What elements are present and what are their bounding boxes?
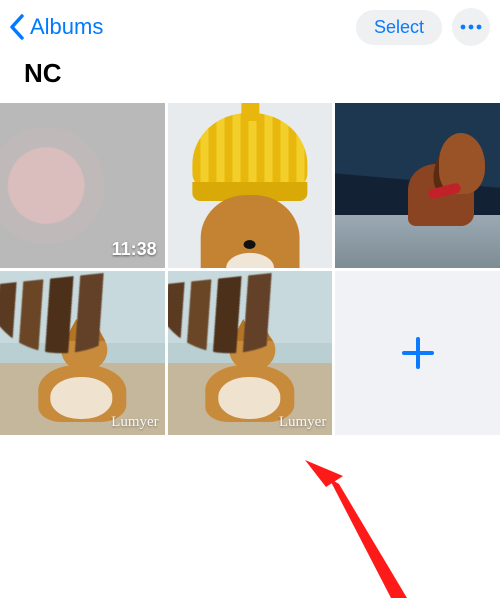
video-duration: 11:38	[112, 239, 157, 260]
back-button[interactable]: Albums	[8, 13, 103, 41]
select-button[interactable]: Select	[356, 10, 442, 45]
grid-item-photo[interactable]	[168, 103, 333, 268]
thumbnail	[168, 271, 333, 436]
plus-icon	[401, 336, 435, 370]
album-title: NC	[0, 54, 500, 103]
ellipsis-icon	[460, 24, 482, 30]
thumbnail	[168, 103, 333, 268]
nav-right: Select	[356, 8, 490, 46]
grid-item-photo[interactable]	[335, 103, 500, 268]
back-label: Albums	[30, 14, 103, 40]
chevron-left-icon	[8, 13, 26, 41]
grid-item-video[interactable]: 11:38	[0, 103, 165, 268]
annotation-arrow	[305, 460, 415, 600]
more-button[interactable]	[452, 8, 490, 46]
grid-item-photo[interactable]: Lumyer	[0, 271, 165, 436]
watermark: Lumyer	[111, 414, 158, 431]
grid-item-photo[interactable]: Lumyer	[168, 271, 333, 436]
watermark: Lumyer	[279, 414, 326, 431]
photo-grid: 11:38 Lumyer Lumye	[0, 103, 500, 435]
add-photo-button[interactable]	[335, 271, 500, 436]
nav-bar: Albums Select	[0, 0, 500, 54]
thumbnail	[0, 271, 165, 436]
thumbnail	[335, 103, 500, 268]
